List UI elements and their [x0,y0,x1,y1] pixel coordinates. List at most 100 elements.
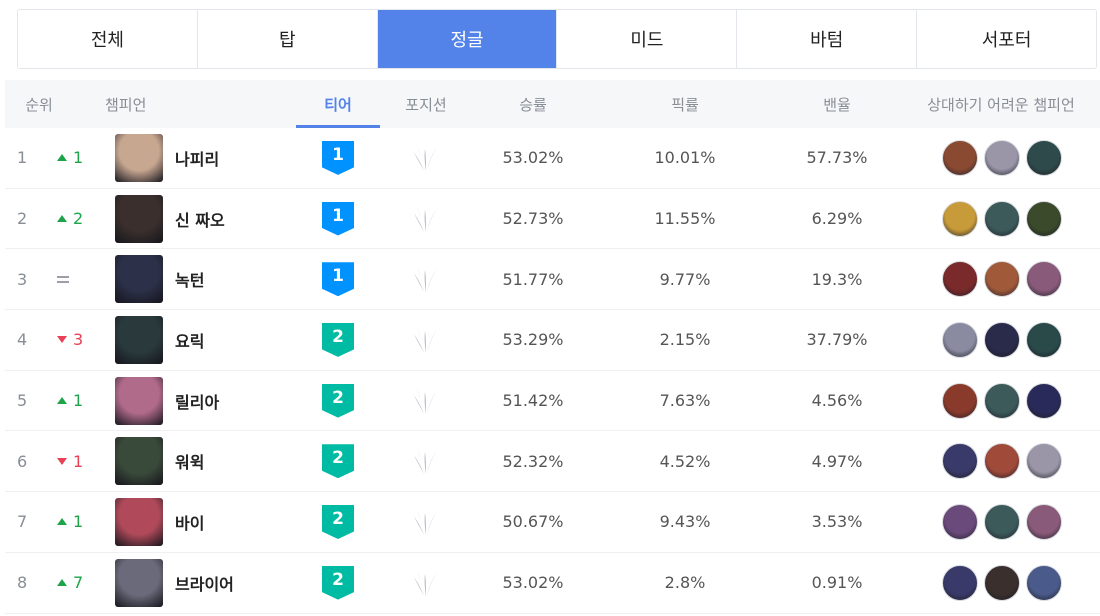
counter-champion-avatar[interactable] [1026,382,1062,419]
counter-champion-avatar[interactable] [1026,139,1062,176]
counter-champion-avatar[interactable] [1026,200,1062,237]
rank-up-icon [57,579,67,587]
champion-avatar[interactable] [115,376,163,425]
win-rate: 51.77% [502,269,564,289]
tab-0[interactable]: 전체 [18,10,198,68]
header-win-rate-sort[interactable]: 승률 [483,80,583,128]
champion-avatar[interactable] [115,255,163,304]
counter-champion-avatar[interactable] [984,564,1020,601]
rank-down-icon [57,336,67,344]
counter-champion-avatar[interactable] [1026,443,1062,480]
champion-cell[interactable]: 요릭 [115,310,315,370]
table-row[interactable]: 2 2 신 짜오 1 52.73% 11.55% 6.29% [5,189,1100,250]
table-row[interactable]: 6 1 워윅 2 52.32% 4.52% 4.97% [5,431,1100,493]
tier-badge: 2 [322,322,354,357]
ban-rate: 57.73% [806,148,868,168]
pick-rate: 2.15% [659,330,711,350]
counter-champion-avatar[interactable] [942,261,978,298]
counter-champion-avatar[interactable] [984,443,1020,480]
win-rate: 50.67% [502,512,564,532]
champion-cell[interactable]: 나피리 [115,128,315,188]
counter-champions [942,553,1072,613]
counter-champion-avatar[interactable] [984,503,1020,540]
counter-champion-avatar[interactable] [942,382,978,419]
win-rate: 53.02% [502,573,564,593]
tier-cell: 2 [296,553,380,613]
champion-avatar[interactable] [115,558,163,607]
champion-name[interactable]: 릴리아 [175,389,219,413]
rank-number: 7 [17,512,28,532]
counter-champion-avatar[interactable] [984,139,1020,176]
counter-champion-avatar[interactable] [984,261,1020,298]
ban-rate: 4.97% [811,451,863,471]
tier-badge: 2 [322,383,354,418]
tier-cell: 1 [296,128,380,188]
table-row[interactable]: 4 3 요릭 2 53.29% 2.15% 37.79% [5,310,1100,371]
pick-rate: 4.52% [659,451,711,471]
counter-champion-avatar[interactable] [984,321,1020,358]
rank-number: 5 [17,391,28,411]
rank-up-icon [57,518,67,526]
counter-champion-avatar[interactable] [942,503,978,540]
tier-cell: 1 [296,249,380,309]
counter-champion-avatar[interactable] [942,139,978,176]
tab-1[interactable]: 탑 [197,10,378,68]
rank-change-value: 1 [73,391,84,411]
champion-cell[interactable]: 신 짜오 [115,189,315,249]
counter-champion-avatar[interactable] [942,200,978,237]
table-row[interactable]: 8 7 브라이어 2 53.02% 2.8% 0.91% [5,553,1100,614]
champion-cell[interactable]: 릴리아 [115,371,315,431]
rank-change [57,249,97,309]
header-position: 포지션 [405,95,447,114]
header-tier-sort[interactable]: 티어 [296,80,380,128]
champion-cell[interactable]: 바이 [115,492,315,552]
jungle-position-icon [414,205,437,232]
counter-champion-avatar[interactable] [984,382,1020,419]
pick-rate: 9.43% [659,512,711,532]
tab-4[interactable]: 바텀 [737,10,918,68]
counter-champion-avatar[interactable] [942,321,978,358]
champion-avatar[interactable] [115,194,163,243]
rank-change: 1 [57,431,97,491]
tab-2[interactable]: 정글 [377,10,558,68]
champion-table-body: 1 1 나피리 1 53.02% 10.01% 57.73% 2 2 신 짜오 1 52.73% 11.… [5,128,1100,614]
table-row[interactable]: 1 1 나피리 1 53.02% 10.01% 57.73% [5,128,1100,189]
table-row[interactable]: 7 1 바이 2 50.67% 9.43% 3.53% [5,492,1100,553]
counter-champion-avatar[interactable] [1026,564,1062,601]
counter-champion-avatar[interactable] [1026,503,1062,540]
header-ban-rate-sort[interactable]: 밴율 [787,80,887,128]
header-pick-rate-sort[interactable]: 픽률 [635,80,735,128]
champion-name[interactable]: 신 짜오 [175,207,225,231]
win-rate: 51.42% [502,391,564,411]
champion-name[interactable]: 녹턴 [175,267,204,291]
counter-champion-avatar[interactable] [1026,261,1062,298]
table-row[interactable]: 5 1 릴리아 2 51.42% 7.63% 4.56% [5,371,1100,432]
header-counter-champions: 상대하기 어려운 챔피언 [927,95,1075,114]
champion-avatar[interactable] [115,315,163,364]
champion-avatar[interactable] [115,437,163,486]
champion-avatar[interactable] [115,133,163,182]
champion-cell[interactable]: 녹턴 [115,249,315,309]
tab-3[interactable]: 미드 [557,10,738,68]
counter-champion-avatar[interactable] [942,564,978,601]
rank-change: 3 [57,310,97,370]
champion-cell[interactable]: 브라이어 [115,553,315,613]
champion-name[interactable]: 바이 [175,510,204,534]
counter-champions [942,249,1072,309]
rank-change-value: 3 [73,330,84,350]
champion-name[interactable]: 브라이어 [175,571,234,595]
champion-cell[interactable]: 워윅 [115,431,315,491]
rank-change-value: 2 [73,209,84,229]
tab-5[interactable]: 서포터 [917,10,1096,68]
tier-badge: 1 [322,140,354,175]
champion-avatar[interactable] [115,497,163,546]
champion-name[interactable]: 나피리 [175,146,219,170]
champion-name[interactable]: 요릭 [175,328,204,352]
counter-champion-avatar[interactable] [984,200,1020,237]
rank-up-icon [57,154,67,162]
rank-number: 8 [17,573,28,593]
counter-champion-avatar[interactable] [942,443,978,480]
table-row[interactable]: 3 녹턴 1 51.77% 9.77% 19.3% [5,249,1100,311]
champion-name[interactable]: 워윅 [175,449,204,473]
counter-champion-avatar[interactable] [1026,321,1062,358]
